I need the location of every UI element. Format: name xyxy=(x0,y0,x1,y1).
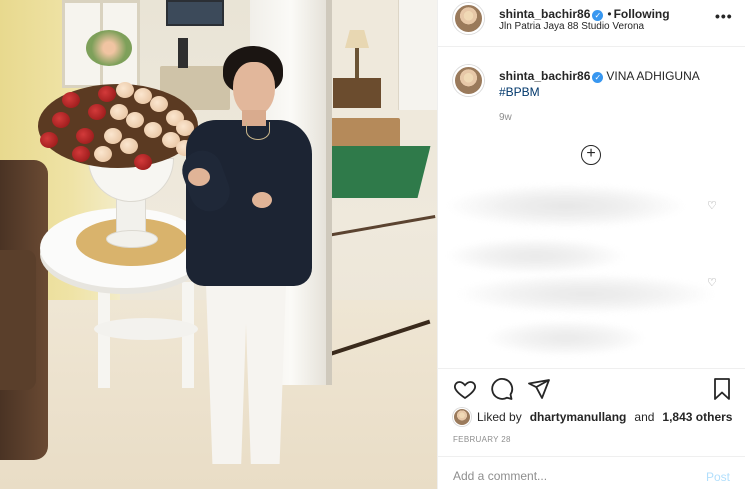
post-date[interactable]: FEBRUARY 28 xyxy=(453,435,511,444)
post-photo[interactable] xyxy=(0,0,437,489)
caption-hashtag-link[interactable]: #BPBM xyxy=(499,85,540,99)
table-shelf xyxy=(94,318,198,340)
woman-hand-right xyxy=(252,192,272,208)
vase-base xyxy=(106,230,158,248)
author-username[interactable]: shinta_bachir86 xyxy=(499,7,590,21)
save-bookmark-icon[interactable] xyxy=(710,377,734,401)
liker-username-link[interactable]: dhartymanullang xyxy=(530,410,627,424)
woman-hand xyxy=(188,168,210,186)
likes-conjunction: and xyxy=(634,410,655,424)
speaker xyxy=(178,38,188,68)
liker-avatar[interactable] xyxy=(453,408,471,426)
picture-frame xyxy=(166,0,224,26)
following-button[interactable]: Following xyxy=(614,7,670,21)
necklace xyxy=(246,122,270,140)
likes-count-link[interactable]: 1,843 others xyxy=(662,410,732,424)
caption-username[interactable]: shinta_bachir86 xyxy=(499,69,590,83)
caption-timestamp[interactable]: 9w xyxy=(499,112,512,123)
post-comment-button[interactable]: Post xyxy=(706,470,730,484)
caption-verified-badge-icon: ✓ xyxy=(592,72,604,83)
like-heart-icon[interactable] xyxy=(453,377,477,401)
add-comment-input[interactable] xyxy=(453,466,693,486)
post-header: shinta_bachir86 ✓ • Following Jln Patria Ja… xyxy=(438,0,745,38)
more-options-icon[interactable]: ••• xyxy=(715,8,733,24)
author-avatar[interactable] xyxy=(453,3,484,34)
blurred-comments-area xyxy=(446,178,736,364)
side-table xyxy=(333,78,381,108)
caption-author-avatar[interactable] xyxy=(453,65,484,96)
actions-divider xyxy=(438,368,745,369)
header-divider xyxy=(438,46,745,47)
small-flower-arrangement xyxy=(86,30,132,66)
comment-divider xyxy=(438,456,745,457)
comment-like-heart-icon[interactable]: ♡ xyxy=(707,199,717,212)
caption-text-block: shinta_bachir86 ✓ VINA ADHIGUNA #BPBM xyxy=(499,68,739,100)
share-paper-plane-icon[interactable] xyxy=(527,377,551,401)
comment-bubble-icon[interactable] xyxy=(490,377,514,401)
comment-like-heart-icon[interactable]: ♡ xyxy=(707,276,717,289)
curtain xyxy=(398,0,437,110)
likes-summary: Liked by dhartymanullang and 1,843 other… xyxy=(453,408,732,426)
verified-badge-icon: ✓ xyxy=(592,10,604,21)
load-more-comments-plus-icon[interactable]: + xyxy=(581,145,601,165)
pillar-shadow xyxy=(326,0,332,385)
likes-prefix: Liked by xyxy=(477,410,522,424)
sofa-arm xyxy=(0,250,36,390)
floor-trim xyxy=(315,215,436,239)
post-side-panel: shinta_bachir86 ✓ • Following Jln Patria Ja… xyxy=(437,0,745,489)
location-link[interactable]: Jln Patria Jaya 88 Studio Verona xyxy=(499,21,644,32)
caption-text: VINA ADHIGUNA xyxy=(606,69,700,83)
separator-dot: • xyxy=(607,7,612,21)
lamp-stem xyxy=(355,48,359,80)
woman-face xyxy=(233,62,275,116)
